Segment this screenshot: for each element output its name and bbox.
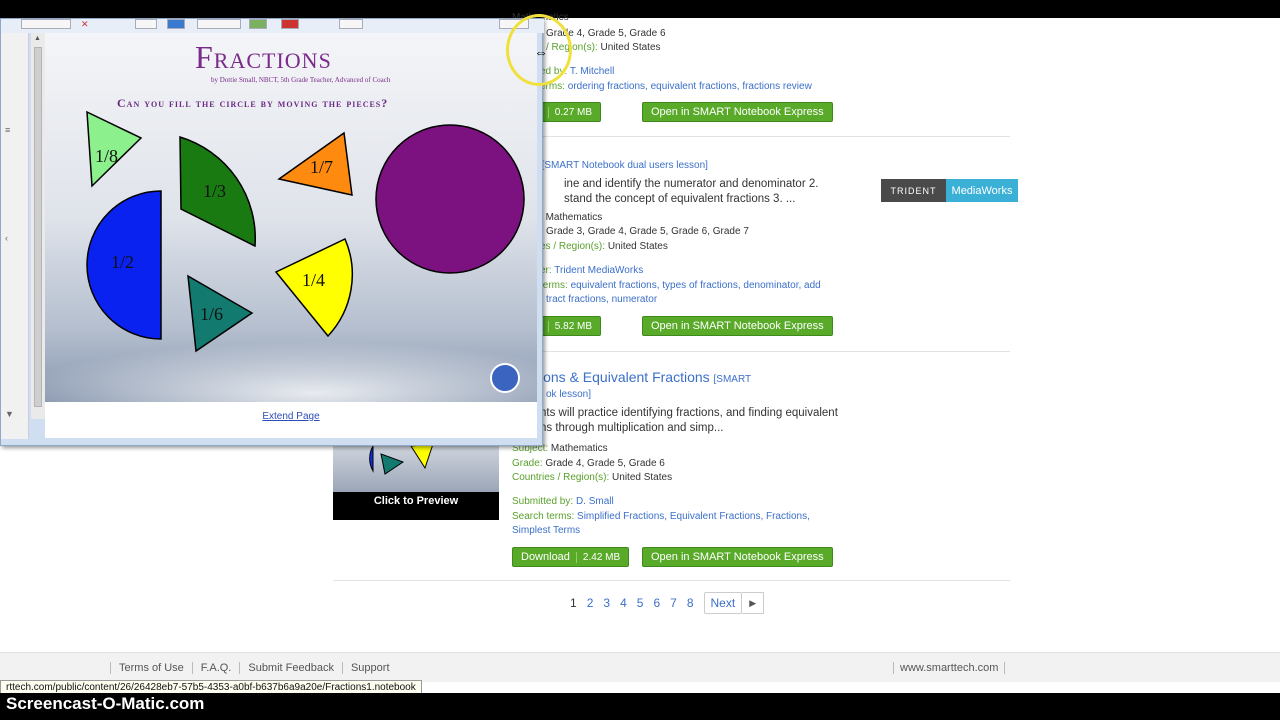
open-smart-button-1[interactable]: Open in SMART Notebook Express [642,102,833,122]
result2-grades: Grade 3, Grade 4, Grade 5, Grade 6, Grad… [546,226,749,237]
preview-thumbnail[interactable]: Click to Preview [333,440,499,520]
download-button-3[interactable]: Download 2.42 MB [512,547,630,567]
submitted-link[interactable]: T. Mitchell [570,66,614,77]
toolbar-button[interactable] [135,19,157,29]
result3-submitted: Submitted by: D. Small [512,496,614,507]
scroll-thumb[interactable] [34,47,42,407]
toolbar-button[interactable] [281,19,299,29]
piece-label: 1/6 [200,304,224,324]
piece-label: 1/2 [111,252,135,272]
piece-label: 1/7 [310,157,334,177]
terms-link[interactable]: Simplest Terms [512,525,580,536]
submitted-link[interactable]: D. Small [576,496,614,507]
page-link[interactable]: 6 [653,596,660,610]
toolbar-button[interactable] [197,19,241,29]
page-current: 1 [570,596,577,610]
footer-link-support[interactable]: Support [341,662,398,674]
footer: Terms of Use F.A.Q. Submit Feedback Supp… [0,652,1280,682]
target-circle [375,124,525,274]
collapse-icon[interactable]: ‹ [5,233,8,243]
notebook-page: Fractions by Dottie Small, NBCT, 5th Gra… [45,33,537,402]
result2-countries: es / Region(s): United States [540,241,668,252]
resize-cursor-icon: ⇔ [534,44,548,60]
result3-terms-cont: Simplest Terms [512,525,580,536]
terms-link[interactable]: equivalent fractions, types of fractions… [571,280,821,291]
publisher-link[interactable]: Trident MediaWorks [554,265,643,276]
terms-link[interactable]: ordering fractions, equivalent fractions… [568,81,812,92]
scroll-up-icon[interactable]: ▲ [34,35,41,42]
thumbnail-image [333,440,499,492]
page-link[interactable]: 5 [637,596,644,610]
footer-links: Terms of Use F.A.Q. Submit Feedback Supp… [110,662,398,674]
result3-desc: nts will practice identifying fractions,… [540,407,838,434]
result3-countries: Countries / Region(s): United States [512,472,673,483]
trident-logo[interactable]: TRIDENT MediaWorks [881,179,1018,202]
page-link[interactable]: 3 [603,596,610,610]
grip-icon[interactable]: ≡ [5,125,10,135]
open-smart-button-2[interactable]: Open in SMART Notebook Express [642,316,833,336]
page-link[interactable]: 7 [670,596,677,610]
result2-terms: terms: equivalent fractions, types of fr… [540,280,821,291]
extend-page-link[interactable]: Extend Page [262,411,319,422]
footer-link-feedback[interactable]: Submit Feedback [239,662,342,674]
preview-side-panel[interactable]: ≡ ‹ ▼ [1,33,29,439]
piece-label: 1/4 [302,270,326,290]
vertical-scrollbar[interactable]: ▲ [31,33,45,419]
pagination: 1 2 3 4 5 6 7 8 Next ▶ [570,592,765,614]
result3-grades: Grade: Grade 4, Grade 5, Grade 6 [512,458,665,469]
top-black-bar [0,0,1280,18]
watermark: Screencast-O-Matic.com [6,694,205,713]
click-to-preview-label: Click to Preview [373,495,459,507]
result2-subject: : Mathematics [540,212,603,223]
result3-terms: Search terms: Simplified Fractions, Equi… [512,511,810,522]
toolbar-button[interactable] [167,19,185,29]
notebook-preview-window[interactable]: ✕ ≡ ‹ ▼ ▲ Fractions by Dottie Small, NBC… [0,18,544,446]
open-smart-button-3[interactable]: Open in SMART Notebook Express [642,547,833,567]
result2-desc: ine and identify the numerator and denom… [564,178,819,205]
thumbnail-pieces [369,443,434,475]
page-link[interactable]: 2 [587,596,594,610]
piece-label: 1/8 [95,146,119,166]
result2-publisher: er: Trident MediaWorks [540,265,644,276]
footer-link-faq[interactable]: F.A.Q. [191,662,240,674]
footer-site-link[interactable]: www.smarttech.com [893,662,1006,674]
toolbar-button[interactable] [21,19,71,29]
preview-toolbar: ✕ [1,19,544,33]
result3-title[interactable]: ions & Equivalent Fractions [SMART [540,369,751,385]
toolbar-button[interactable] [249,19,267,29]
page-link[interactable]: 4 [620,596,627,610]
result1-terms: erms: ordering fractions, equivalent fra… [540,81,812,92]
result3-title-tag[interactable]: ok lesson] [546,389,591,400]
extend-page-area: Extend Page [45,402,537,438]
piece-label: 1/3 [203,181,227,201]
page-navigation-icon[interactable] [490,363,520,393]
next-page-button[interactable]: Next [703,592,743,614]
next-arrow-icon[interactable]: ▶ [742,592,765,614]
page-link[interactable]: 8 [687,596,694,610]
terms-link[interactable]: tract fractions, numerator [546,294,657,305]
footer-link-terms[interactable]: Terms of Use [110,662,192,674]
result2-terms-cont: tract fractions, numerator [546,294,657,305]
fraction-pieces [86,110,525,393]
chevron-down-icon[interactable]: ▼ [5,409,14,419]
terms-link[interactable]: Simplified Fractions, Equivalent Fractio… [577,511,810,522]
toolbar-button[interactable] [339,19,363,29]
delete-icon[interactable]: ✕ [81,19,97,29]
divider [333,580,1010,581]
